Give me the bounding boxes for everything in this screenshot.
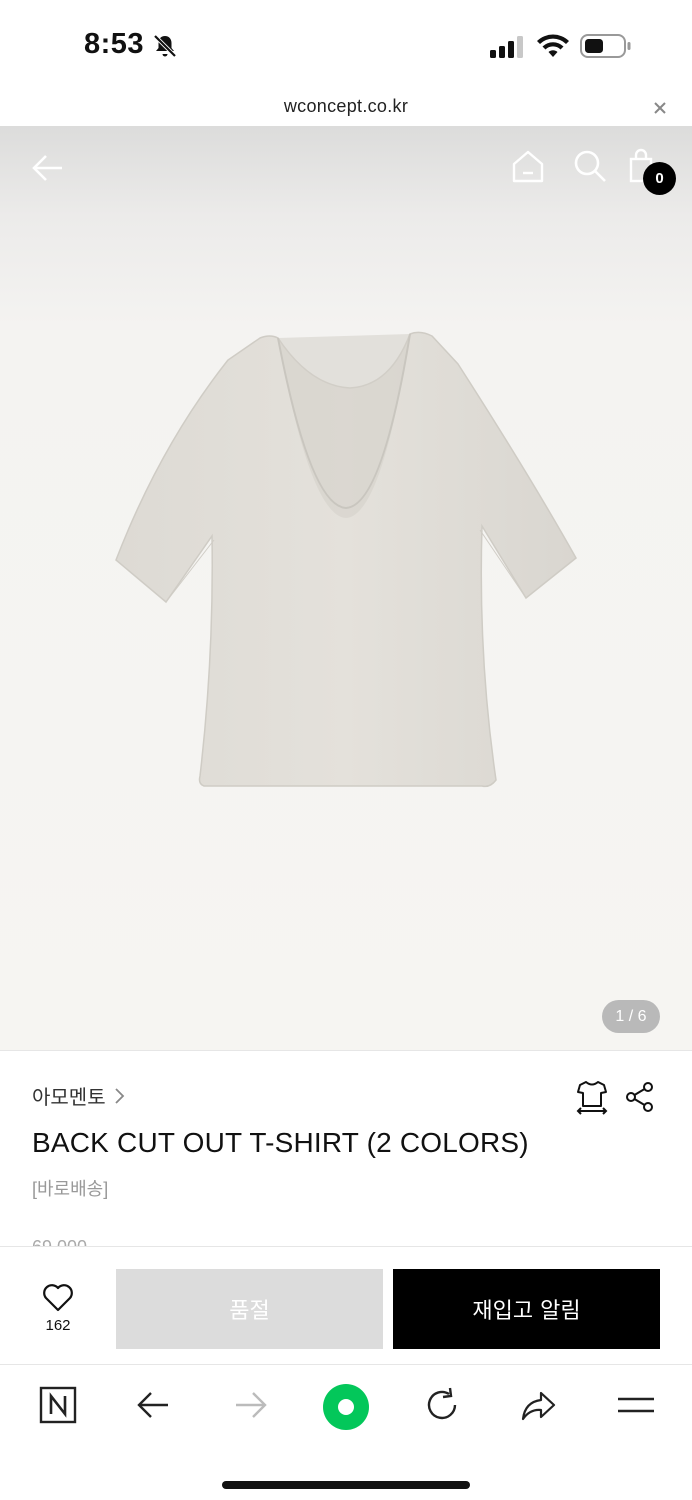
search-icon[interactable]: [572, 148, 608, 184]
product-image: [115, 331, 577, 788]
chevron-right-icon[interactable]: [112, 1087, 126, 1105]
naver-home-icon[interactable]: [38, 1385, 78, 1425]
home-icon[interactable]: [510, 148, 546, 184]
product-header: 0: [0, 126, 692, 210]
status-time: 8:53: [84, 28, 145, 60]
browser-forward-icon: [236, 1392, 267, 1418]
share-icon[interactable]: [624, 1081, 656, 1113]
browser-back-icon[interactable]: [134, 1385, 174, 1425]
wifi-icon: [537, 34, 569, 57]
like-count: 162: [45, 1317, 71, 1334]
cellular-signal-icon: [490, 36, 523, 58]
product-title: BACK CUT OUT T-SHIRT (2 COLORS): [32, 1127, 529, 1158]
menu-icon[interactable]: [616, 1385, 656, 1425]
browser-toolbar: [0, 1364, 692, 1500]
purchase-bar: 162 품절 재입고 알림: [0, 1246, 692, 1364]
brand-link[interactable]: 아모멘토: [32, 1081, 126, 1110]
size-guide-icon[interactable]: [574, 1079, 610, 1115]
home-indicator: [222, 1481, 470, 1489]
product-info: 아모멘토 BACK CUT OUT T-SHIRT (2 COLORS) [바로…: [0, 1050, 692, 1247]
url-bar[interactable]: wconcept.co.kr: [0, 90, 692, 126]
bell-muted-icon: [153, 34, 177, 58]
cart-count-badge[interactable]: 0: [643, 162, 676, 195]
back-arrow-icon[interactable]: [30, 150, 66, 186]
green-dot-icon[interactable]: [322, 1383, 370, 1431]
battery-icon: [580, 34, 631, 58]
brand-name[interactable]: 아모멘토: [32, 1081, 106, 1110]
delivery-tag: [바로배송]: [32, 1179, 109, 1199]
close-icon[interactable]: [650, 98, 670, 118]
url-text[interactable]: wconcept.co.kr: [0, 96, 692, 117]
image-counter: 1 / 6: [602, 1000, 660, 1033]
status-bar: 8:53: [0, 0, 692, 90]
heart-icon[interactable]: [42, 1283, 74, 1313]
sold-out-button[interactable]: 품절: [116, 1269, 383, 1349]
like-button[interactable]: 162: [22, 1283, 94, 1343]
reload-icon[interactable]: [422, 1385, 462, 1425]
product-gallery[interactable]: 0 1 / 6: [0, 126, 692, 1050]
share-forward-icon[interactable]: [518, 1385, 558, 1425]
restock-alert-button[interactable]: 재입고 알림: [393, 1269, 660, 1349]
